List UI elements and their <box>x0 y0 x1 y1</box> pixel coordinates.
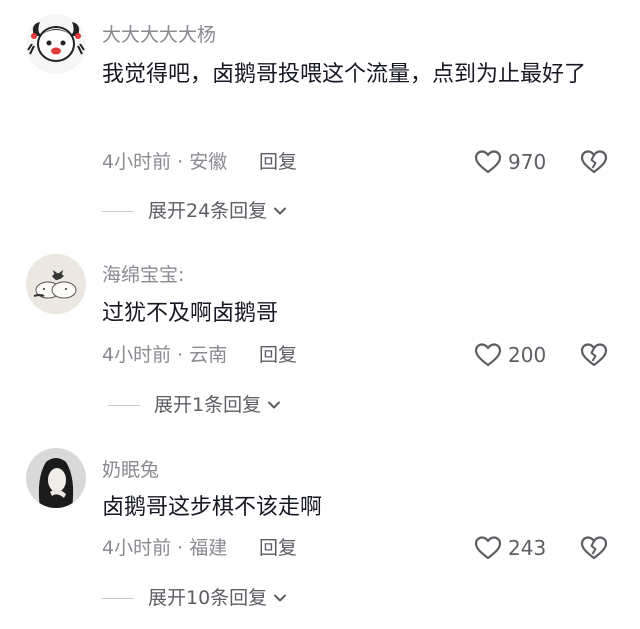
timestamp-location: 4小时前 · 福建 <box>102 537 228 559</box>
like-count: 970 <box>508 150 547 174</box>
comment-text: 过犹不及啊卤鹅哥 <box>102 301 279 326</box>
broken-heart-icon <box>580 536 608 560</box>
expand-replies-label: 展开24条回复 <box>148 200 268 222</box>
comment-text: 卤鹅哥这步棋不该走啊 <box>102 495 323 520</box>
dislike-button[interactable] <box>580 534 608 562</box>
photo-girl-avatar-icon <box>26 448 86 508</box>
avatar[interactable] <box>26 254 86 314</box>
divider <box>102 597 134 599</box>
heart-icon <box>474 343 502 367</box>
like-button[interactable]: 243 <box>474 533 546 563</box>
heart-icon <box>474 536 502 560</box>
avatar[interactable] <box>26 14 86 74</box>
divider <box>108 404 140 406</box>
dislike-button[interactable] <box>580 148 608 176</box>
reply-button[interactable]: 回复 <box>259 533 297 563</box>
expand-replies-label: 展开10条回复 <box>148 587 268 609</box>
comment-item: 奶眠兔 卤鹅哥这步棋不该走啊 4小时前 · 福建 回复 243 展开10条回复 <box>0 435 640 625</box>
comment-text: 我觉得吧，卤鹅哥投喂这个流量，点到为止最好了 <box>102 62 587 87</box>
like-count: 200 <box>508 343 547 367</box>
dislike-button[interactable] <box>580 341 608 369</box>
timestamp-location: 4小时前 · 安徽 <box>102 151 228 173</box>
timestamp-location: 4小时前 · 云南 <box>102 344 228 366</box>
expand-replies-button[interactable]: 展开24条回复 <box>102 196 289 226</box>
expand-replies-button[interactable]: 展开1条回复 <box>108 390 283 420</box>
like-button[interactable]: 200 <box>474 340 546 370</box>
comment-item: 大大大大大杨 我觉得吧，卤鹅哥投喂这个流量，点到为止最好了 4小时前 · 安徽 … <box>0 0 640 230</box>
expand-replies-label: 展开1条回复 <box>154 394 262 416</box>
expand-replies-button[interactable]: 展开10条回复 <box>102 583 289 613</box>
chevron-down-icon <box>271 202 289 220</box>
avatar[interactable] <box>26 448 86 508</box>
comment-actions: 4小时前 · 云南 回复 200 <box>102 340 612 370</box>
cartoon-girl-avatar-icon <box>26 14 86 74</box>
chevron-down-icon <box>265 396 283 414</box>
reply-button[interactable]: 回复 <box>259 147 297 177</box>
cats-avatar-icon <box>26 254 86 314</box>
like-count: 243 <box>508 536 547 560</box>
reply-button[interactable]: 回复 <box>259 340 297 370</box>
divider <box>102 210 134 212</box>
username[interactable]: 海绵宝宝: <box>102 260 184 287</box>
username[interactable]: 大大大大大杨 <box>102 20 216 47</box>
chevron-down-icon <box>271 589 289 607</box>
comment-item: 海绵宝宝: 过犹不及啊卤鹅哥 4小时前 · 云南 回复 200 展开1条回复 <box>0 240 640 420</box>
broken-heart-icon <box>580 150 608 174</box>
broken-heart-icon <box>580 343 608 367</box>
comment-actions: 4小时前 · 福建 回复 243 <box>102 533 612 563</box>
heart-icon <box>474 150 502 174</box>
like-button[interactable]: 970 <box>474 147 546 177</box>
username[interactable]: 奶眠兔 <box>102 455 159 482</box>
comment-actions: 4小时前 · 安徽 回复 970 <box>102 147 612 177</box>
